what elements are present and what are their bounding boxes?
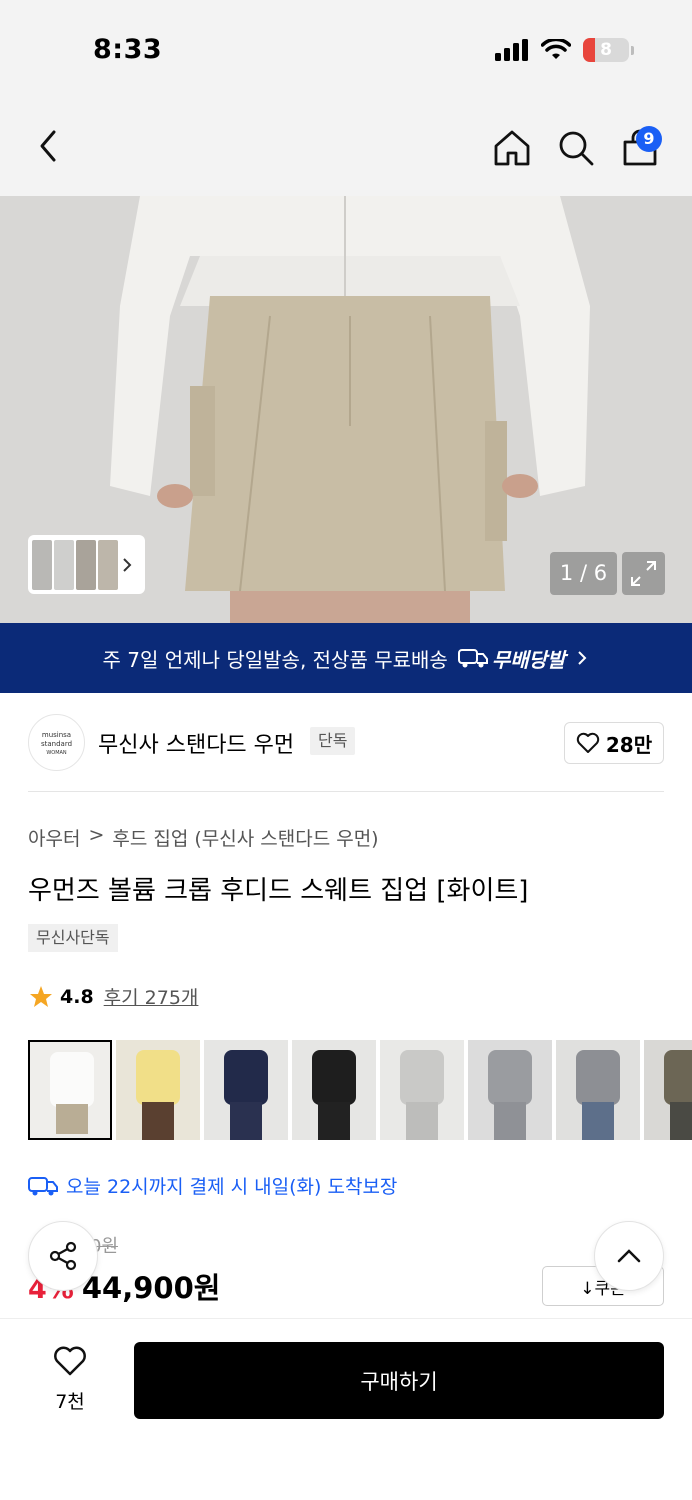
battery-level: 8 [600, 40, 612, 60]
brand-logo[interactable]: musinsa standard WOMAN [28, 714, 85, 771]
swatch-black[interactable] [292, 1040, 376, 1140]
truck-icon [457, 649, 488, 668]
reviews-link[interactable]: 후기 275개 [104, 983, 199, 1010]
chevron-up-icon [617, 1249, 641, 1263]
product-title: 우먼즈 볼륨 크롭 후디드 스웨트 집업 [화이트] [28, 876, 529, 906]
status-bar: 8:33 8 [0, 0, 692, 96]
swatch-charcoal[interactable] [556, 1040, 640, 1140]
breadcrumb-subcategory[interactable]: 후드 집업 (무신사 스탠다드 우먼) [112, 824, 378, 851]
banner-brand-label: 무배당발 [491, 647, 566, 672]
battery-icon: 8 [583, 38, 629, 62]
status-time: 8:33 [93, 34, 163, 65]
signal-icon [495, 39, 528, 61]
bottom-bar: 7천 구매하기 [0, 1318, 692, 1500]
swatch-khaki[interactable] [644, 1040, 692, 1140]
battery-tip [631, 45, 634, 55]
truck-icon [28, 1176, 58, 1195]
status-icons: 8 [495, 38, 634, 62]
expand-button[interactable] [622, 552, 665, 595]
swatch-gray[interactable] [468, 1040, 552, 1140]
breadcrumb-separator: > [88, 824, 105, 846]
chevron-right-icon [123, 557, 132, 572]
banner-brand: 무배당발 [457, 644, 566, 673]
banner-text: 주 7일 언제나 당일발송, 전상품 무료배송 [102, 647, 448, 672]
product-image[interactable]: 1 / 6 [0, 196, 692, 623]
share-icon [49, 1241, 77, 1271]
search-icon[interactable] [556, 128, 596, 168]
swatch-white[interactable] [28, 1040, 112, 1140]
color-swatches [28, 1040, 692, 1142]
shipping-banner[interactable]: 주 7일 언제나 당일발송, 전상품 무료배송 무배당발 [0, 623, 692, 693]
product-tag: 무신사단독 [28, 924, 118, 952]
brand-name[interactable]: 무신사 스탠다드 우먼 [98, 727, 294, 759]
cart-badge: 9 [636, 126, 662, 152]
brand-like-count: 28만 [605, 732, 653, 757]
star-icon [30, 985, 52, 1007]
scroll-top-button[interactable] [594, 1221, 664, 1291]
swatch-yellow[interactable] [116, 1040, 200, 1140]
swatch-navy[interactable] [204, 1040, 288, 1140]
breadcrumb: 아우터 > 후드 집업 (무신사 스탠다드 우먼) [28, 824, 379, 851]
image-counter: 1 / 6 [550, 552, 617, 595]
heart-icon [54, 1346, 86, 1376]
delivery-guarantee: 오늘 22시까지 결제 시 내일(화) 도착보장 [28, 1172, 397, 1199]
top-nav [0, 96, 692, 196]
brand-like-button[interactable]: 28만 [564, 722, 664, 764]
buy-button[interactable]: 구매하기 [134, 1342, 664, 1419]
exclusive-tag: 단독 [310, 727, 356, 755]
brand-row: musinsa standard WOMAN 무신사 스탠다드 우먼 단독 28… [0, 713, 692, 773]
gallery-thumbnails[interactable] [28, 535, 145, 594]
home-icon[interactable] [492, 128, 532, 168]
rating-score: 4.8 [60, 985, 94, 1008]
breadcrumb-category[interactable]: 아우터 [28, 824, 80, 851]
expand-icon [631, 561, 656, 586]
divider [28, 791, 664, 792]
chevron-right-icon [578, 651, 587, 665]
wifi-icon [541, 39, 571, 59]
wish-count: 7천 [55, 1391, 85, 1413]
current-price: 44,900원 [81, 1271, 221, 1305]
wish-button[interactable]: 7천 [40, 1345, 100, 1414]
delivery-text: 오늘 22시까지 결제 시 내일(화) 도착보장 [66, 1176, 398, 1198]
rating: 4.8 후기 275개 [28, 983, 198, 1010]
back-icon[interactable] [32, 126, 68, 166]
share-button[interactable] [28, 1221, 98, 1291]
swatch-light-gray[interactable] [380, 1040, 464, 1140]
heart-icon [576, 732, 600, 753]
